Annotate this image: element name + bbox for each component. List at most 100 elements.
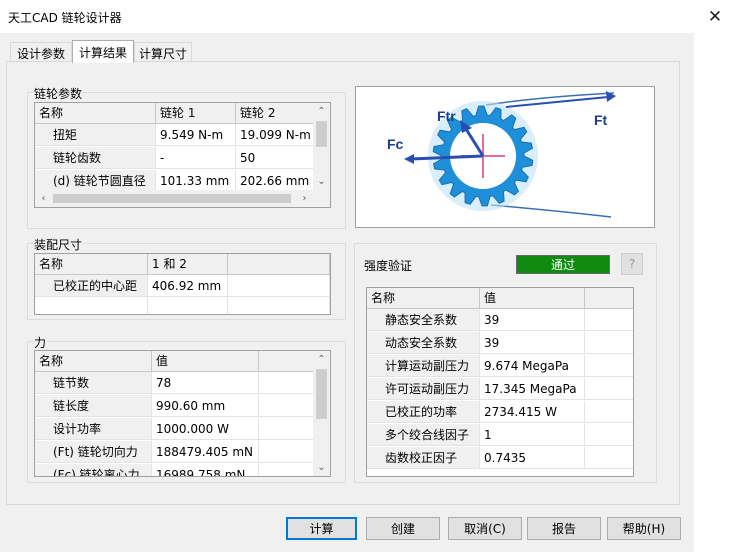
chevron-up-icon[interactable]: ⌃ xyxy=(313,103,330,120)
create-button[interactable]: 创建 xyxy=(366,517,440,540)
column-header[interactable]: 名称 xyxy=(35,254,148,275)
empty-cell xyxy=(148,297,228,314)
chevron-up-icon[interactable]: ⌃ xyxy=(313,351,330,368)
table-row[interactable]: 多个绞合线因子 1 xyxy=(367,424,633,446)
chevron-down-icon[interactable]: ⌄ xyxy=(313,173,330,190)
assembly-table[interactable]: 名称 1 和 2 已校正的中心距 406.92 mm xyxy=(34,253,331,315)
cell-value: 101.33 mm xyxy=(156,170,236,192)
column-header[interactable]: 链轮 1 xyxy=(156,103,236,124)
table-row[interactable]: (Fc) 链轮离心力 16989.758 mN xyxy=(35,464,315,476)
cell-value: 78 xyxy=(152,372,259,394)
row-label: 已校正的中心距 xyxy=(35,275,148,297)
column-header[interactable]: 名称 xyxy=(35,103,156,124)
row-label: 设计功率 xyxy=(35,418,152,440)
cell-value xyxy=(228,275,330,297)
tab-label: 设计参数 xyxy=(16,46,65,61)
cell-value: 2734.415 W xyxy=(480,401,585,423)
sprocket-params-table[interactable]: 名称 链轮 1 链轮 2 扭矩 9.549 N-m 19.099 N-m 链轮齿… xyxy=(34,102,331,208)
table-row[interactable]: 链长度 990.60 mm xyxy=(35,395,315,417)
table-row[interactable]: 已校正的功率 2734.415 W xyxy=(367,401,633,423)
empty-cell xyxy=(585,309,633,331)
chevron-right-icon[interactable]: › xyxy=(296,190,313,207)
cancel-button[interactable]: 取消(C) xyxy=(448,517,522,540)
table-row[interactable]: 已校正的中心距 406.92 mm xyxy=(35,275,330,297)
table-row[interactable]: 齿数校正因子 0.7435 xyxy=(367,447,633,469)
empty-cell xyxy=(259,418,315,440)
force-table[interactable]: 名称 值 链节数 78 链长度 990.60 mm 设计功率 1000.000 … xyxy=(34,350,331,477)
cell-value: 50 xyxy=(236,147,316,169)
scroll-thumb[interactable] xyxy=(316,121,327,147)
column-header[interactable] xyxy=(259,351,315,372)
row-label: (d) 链轮节圆直径 xyxy=(35,170,156,192)
row-label: 扭矩 xyxy=(35,124,156,146)
status-text: 通过 xyxy=(550,258,575,272)
column-header[interactable] xyxy=(585,288,633,309)
empty-cell xyxy=(585,447,633,469)
empty-cell xyxy=(585,424,633,446)
row-label: 已校正的功率 xyxy=(367,401,480,423)
empty-cell xyxy=(585,332,633,354)
cell-value: 39 xyxy=(480,309,585,331)
calculate-button[interactable]: 计算 xyxy=(286,517,357,540)
strength-table[interactable]: 名称 值 静态安全系数 39 动态安全系数 39 计算运动副压力 9.674 M… xyxy=(366,287,634,477)
tab-label: 计算结果 xyxy=(78,45,127,60)
row-label: 多个绞合线因子 xyxy=(367,424,480,446)
cell-value: 0.7435 xyxy=(480,447,585,469)
cell-value: 19.099 N-m xyxy=(236,124,316,146)
chain-bottom-line xyxy=(490,204,612,218)
table-row[interactable]: (Ft) 链轮切向力 188479.405 mN xyxy=(35,441,315,463)
row-label: 链长度 xyxy=(35,395,152,417)
vertical-scrollbar[interactable]: ⌃ ⌄ xyxy=(313,351,330,476)
empty-cell xyxy=(35,297,148,314)
table-row[interactable]: 静态安全系数 39 xyxy=(367,309,633,331)
scroll-corner xyxy=(313,190,330,207)
row-label: 计算运动副压力 xyxy=(367,355,480,377)
table-row[interactable]: 链节数 78 xyxy=(35,372,315,394)
force-diagram: Fc Ftr Ft xyxy=(387,91,616,218)
help-button[interactable]: ? xyxy=(621,253,643,275)
column-header[interactable]: 名称 xyxy=(35,351,152,372)
cell-value: 9.549 N-m xyxy=(156,124,236,146)
row-label: (Ft) 链轮切向力 xyxy=(35,441,152,463)
scroll-thumb[interactable] xyxy=(316,369,327,419)
table-row[interactable]: 动态安全系数 39 xyxy=(367,332,633,354)
tab-calc-dims[interactable]: 计算尺寸 xyxy=(134,42,192,63)
scroll-thumb[interactable] xyxy=(53,194,291,203)
table-row[interactable]: (d) 链轮节圆直径 101.33 mm 202.66 mm xyxy=(35,170,316,192)
fc-label: Fc xyxy=(387,136,404,152)
vertical-scrollbar[interactable]: ⌃ ⌄ xyxy=(313,103,330,190)
table-row[interactable]: 设计功率 1000.000 W xyxy=(35,418,315,440)
horizontal-scrollbar[interactable]: ‹ › xyxy=(35,190,313,207)
column-header[interactable]: 值 xyxy=(152,351,259,372)
help-dialog-button[interactable]: 帮助(H) xyxy=(607,517,681,540)
column-header[interactable] xyxy=(228,254,330,275)
table-row[interactable]: 扭矩 9.549 N-m 19.099 N-m xyxy=(35,124,316,146)
title-bar: 天工CAD 链轮设计器 ✕ xyxy=(0,0,738,33)
ft-label: Ft xyxy=(594,112,608,128)
cell-value: 1000.000 W xyxy=(152,418,259,440)
column-header[interactable]: 值 xyxy=(480,288,585,309)
button-label: 计算 xyxy=(309,522,334,536)
cell-value: 9.674 MegaPa xyxy=(480,355,585,377)
row-label: 静态安全系数 xyxy=(367,309,480,331)
column-header[interactable]: 名称 xyxy=(367,288,480,309)
chevron-left-icon[interactable]: ‹ xyxy=(35,190,52,207)
row-label: (Fc) 链轮离心力 xyxy=(35,464,152,476)
empty-cell xyxy=(585,378,633,400)
report-button[interactable]: 报告 xyxy=(527,517,601,540)
empty-cell xyxy=(259,464,315,476)
chevron-down-icon[interactable]: ⌄ xyxy=(313,459,330,476)
column-header[interactable]: 链轮 2 xyxy=(236,103,316,124)
table-row[interactable]: 许可运动副压力 17.345 MegaPa xyxy=(367,378,633,400)
empty-cell xyxy=(585,355,633,377)
cell-value: 17.345 MegaPa xyxy=(480,378,585,400)
row-label: 链节数 xyxy=(35,372,152,394)
column-header[interactable]: 1 和 2 xyxy=(148,254,228,275)
tab-design-params[interactable]: 设计参数 xyxy=(10,42,72,63)
table-row[interactable]: 计算运动副压力 9.674 MegaPa xyxy=(367,355,633,377)
close-button[interactable]: ✕ xyxy=(692,0,738,33)
table-row[interactable] xyxy=(35,297,330,314)
tab-calc-results[interactable]: 计算结果 xyxy=(72,40,134,63)
table-row[interactable]: 链轮齿数 - 50 xyxy=(35,147,316,169)
cell-value: 406.92 mm xyxy=(148,275,228,297)
